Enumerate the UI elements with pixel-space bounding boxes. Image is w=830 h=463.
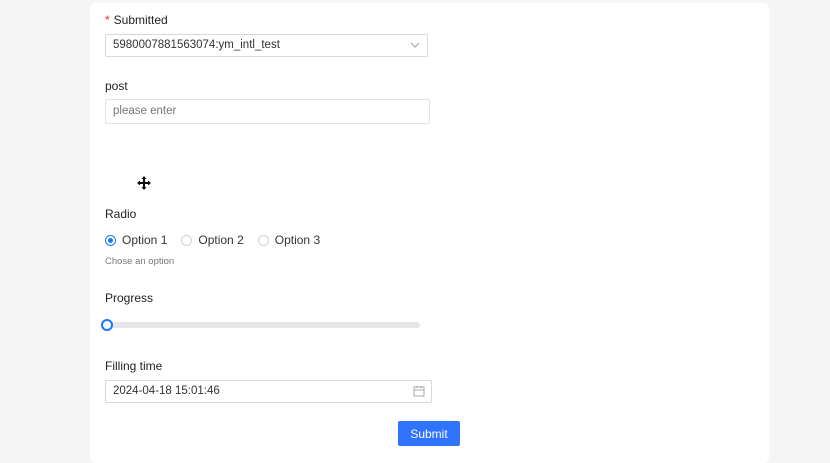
post-input[interactable]	[105, 99, 430, 124]
filling-time-label: Filling time	[105, 359, 163, 373]
radio-option-2[interactable]: Option 2	[181, 233, 244, 247]
radio-option-3[interactable]: Option 3	[257, 233, 321, 247]
filling-time-value: 2024-04-18 15:01:46	[113, 385, 220, 397]
radio-group: Option 1 Option 2 Option 3	[105, 233, 334, 247]
submitted-select-value: 5980007881563074:ym_intl_test	[113, 39, 280, 51]
submitted-label-text: Submitted	[113, 13, 168, 27]
radio-option-label: Option 2	[198, 233, 244, 247]
post-label: post	[105, 79, 128, 93]
radio-circle-checked[interactable]	[105, 234, 116, 246]
radio-circle[interactable]	[181, 234, 193, 246]
form-card: * Submitted 5980007881563074:ym_intl_test…	[90, 3, 769, 463]
submit-button[interactable]: Submit	[398, 421, 460, 446]
move-cursor-icon	[137, 176, 151, 190]
progress-label: Progress	[105, 291, 154, 305]
calendar-icon[interactable]	[413, 385, 425, 397]
radio-label: Radio	[105, 207, 137, 221]
progress-slider-track[interactable]	[101, 319, 420, 331]
radio-option-label: Option 1	[122, 233, 168, 247]
radio-option-1[interactable]: Option 1	[105, 233, 167, 247]
required-mark: *	[105, 13, 110, 27]
radio-circle[interactable]	[257, 234, 269, 246]
progress-slider-handle[interactable]	[101, 319, 113, 331]
filling-time-picker[interactable]: 2024-04-18 15:01:46	[105, 380, 432, 403]
submitted-label: * Submitted	[105, 13, 168, 27]
radio-option-label: Option 3	[274, 233, 321, 247]
chevron-down-icon[interactable]	[409, 39, 421, 51]
submitted-select[interactable]: 5980007881563074:ym_intl_test	[105, 34, 428, 57]
radio-hint: Chose an option	[105, 256, 175, 267]
